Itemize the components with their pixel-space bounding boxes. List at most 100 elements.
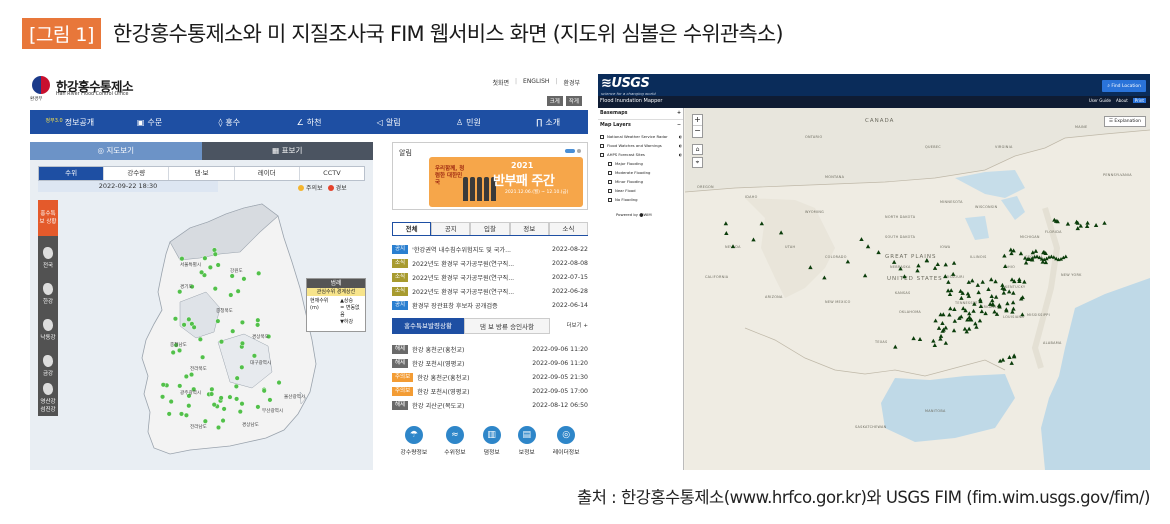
nav-about[interactable]: ∏ 소개 [508, 117, 588, 128]
quick-rainfall[interactable]: ☂ 강수량정보 [401, 426, 427, 456]
station-marker[interactable] [233, 383, 239, 389]
map-layers-header[interactable]: Map Layers − [598, 120, 683, 132]
station-marker[interactable] [212, 251, 218, 257]
home-icon[interactable]: ⌂ [692, 144, 703, 155]
about-button[interactable]: About [1116, 98, 1128, 103]
layer-info-icon[interactable]: ◐ [678, 134, 683, 139]
station-marker[interactable] [215, 262, 221, 268]
anti-corruption-banner[interactable]: 우리함께, 청렴한 대한민국 2021 반부패 주간 2021.12.06.(월… [429, 157, 583, 207]
layer-toggle[interactable]: Minor Flooding [598, 177, 683, 186]
station-marker[interactable] [241, 276, 247, 282]
zoom-in-button[interactable]: 크게 [546, 96, 563, 106]
quick-weir[interactable]: ▤ 보정보 [517, 426, 536, 456]
layer-checkbox[interactable] [608, 197, 612, 202]
quick-radar[interactable]: ◎ 레이더정보 [553, 426, 579, 456]
notice-row[interactable]: 공지 환경부 장관표창 후보자 공개검증 2022-06-14 [392, 298, 588, 312]
station-marker[interactable] [237, 409, 243, 415]
layer-toggle[interactable]: Major Flooding [598, 159, 683, 168]
station-marker[interactable] [160, 382, 166, 388]
layer-checkbox[interactable] [608, 188, 612, 193]
station-marker[interactable] [227, 394, 233, 400]
basemaps-header[interactable]: Basemaps + [598, 108, 683, 120]
station-marker[interactable] [276, 380, 282, 386]
layer-toggle[interactable]: No Flooding [598, 195, 683, 204]
tab-news[interactable]: 소식 [548, 222, 588, 235]
tab-dam-release[interactable]: 댐 보 방류 승인사항 [464, 318, 550, 334]
notice-row[interactable]: 소식 2022년도 환경부 국가공무원(연구직... 2022-08-08 [392, 256, 588, 270]
nav-hydrology[interactable]: ▣ 수문 [110, 117, 190, 128]
tab-all[interactable]: 전체 [392, 222, 432, 235]
layer-checkbox[interactable] [608, 170, 612, 175]
station-marker[interactable] [228, 292, 234, 298]
station-marker[interactable] [220, 418, 226, 424]
station-marker[interactable] [255, 317, 261, 323]
flood-warning-row[interactable]: 해제 한강 괴산군(목도교) 2022-08-12 06:50 [392, 398, 588, 412]
station-marker[interactable] [200, 354, 206, 360]
station-marker[interactable] [207, 264, 213, 270]
flood-warning-row[interactable]: 해제 한강 포천시(영평교) 2022-09-06 11:20 [392, 356, 588, 370]
station-marker[interactable] [216, 424, 222, 430]
zoom-out-button[interactable]: 작게 [565, 96, 582, 106]
station-marker[interactable] [234, 375, 240, 381]
nav-civil[interactable]: ♙ 민원 [429, 117, 509, 128]
station-marker[interactable] [212, 286, 218, 292]
station-marker[interactable] [189, 372, 195, 378]
station-marker[interactable] [235, 288, 241, 294]
notice-row[interactable]: 소식 2022년도 환경부 국가공무원(연구직... 2022-07-15 [392, 270, 588, 284]
station-marker[interactable] [211, 247, 217, 253]
layer-toggle[interactable]: Near Flood [598, 186, 683, 195]
flood-warning-row[interactable]: 주의보 한강 홍천군(홍천교) 2022-09-05 21:30 [392, 370, 588, 384]
layer-checkbox[interactable] [600, 143, 604, 148]
quick-dam[interactable]: ▥ 댐정보 [482, 426, 501, 456]
usgs-logo[interactable]: ≋USGS [601, 76, 650, 91]
station-marker[interactable] [202, 418, 208, 424]
station-marker[interactable] [234, 396, 240, 402]
locate-icon[interactable]: ⌖ [692, 157, 703, 168]
nav-river[interactable]: ∠ 하천 [269, 117, 349, 128]
station-marker[interactable] [255, 322, 261, 328]
station-marker[interactable] [179, 256, 185, 262]
station-marker[interactable] [186, 403, 192, 409]
station-marker[interactable] [181, 322, 187, 328]
station-marker[interactable] [177, 383, 183, 389]
layer-info-icon[interactable]: ◐ [678, 152, 683, 157]
notice-row[interactable]: 공지 '한강권역 내수침수위험지도 및 국가... 2022-08-22 [392, 242, 588, 256]
tab-info[interactable]: 정보 [509, 222, 549, 235]
more-link[interactable]: 더보기 + [550, 318, 588, 334]
nav-info-disclosure[interactable]: 정부3.0 정보공개 [30, 117, 110, 128]
station-marker[interactable] [255, 404, 261, 410]
zoom-in-button[interactable]: + [693, 115, 702, 126]
station-marker[interactable] [218, 339, 224, 345]
layer-checkbox[interactable] [608, 161, 612, 166]
layer-info-icon[interactable]: ◐ [678, 143, 683, 148]
zoom-out-button[interactable]: − [693, 126, 702, 137]
explanation-button[interactable]: ☰ Explanation [1103, 116, 1146, 127]
banner-pager[interactable] [565, 149, 581, 153]
station-marker[interactable] [183, 412, 189, 418]
station-marker[interactable] [177, 289, 183, 295]
station-marker[interactable] [160, 394, 166, 400]
station-marker[interactable] [251, 353, 257, 359]
util-link-english[interactable]: ENGLISH [523, 78, 549, 87]
government-emblem-icon[interactable] [32, 76, 50, 94]
print-button[interactable]: Print [1132, 98, 1146, 103]
station-marker[interactable] [183, 373, 189, 379]
station-marker[interactable] [166, 411, 172, 417]
user-guide-button[interactable]: User Guide [1089, 98, 1111, 103]
station-marker[interactable] [209, 386, 215, 392]
station-marker[interactable] [218, 395, 224, 401]
nav-notice[interactable]: ◁ 알림 [349, 117, 429, 128]
station-marker[interactable] [229, 273, 235, 279]
tab-notice[interactable]: 공지 [431, 222, 471, 235]
station-marker[interactable] [197, 336, 203, 342]
station-marker[interactable] [215, 318, 221, 324]
util-link-ministry[interactable]: 환경부 [563, 78, 580, 87]
notice-row[interactable]: 소식 2022년도 환경부 국가공무원(연구직... 2022-06-28 [392, 284, 588, 298]
layer-checkbox[interactable] [608, 179, 612, 184]
station-marker[interactable] [186, 316, 192, 322]
station-marker[interactable] [178, 411, 184, 417]
layer-checkbox[interactable] [600, 134, 604, 139]
station-marker[interactable] [221, 406, 227, 412]
flood-warning-row[interactable]: 주의보 한강 포천시(영평교) 2022-09-05 17:00 [392, 384, 588, 398]
station-marker[interactable] [239, 401, 245, 407]
